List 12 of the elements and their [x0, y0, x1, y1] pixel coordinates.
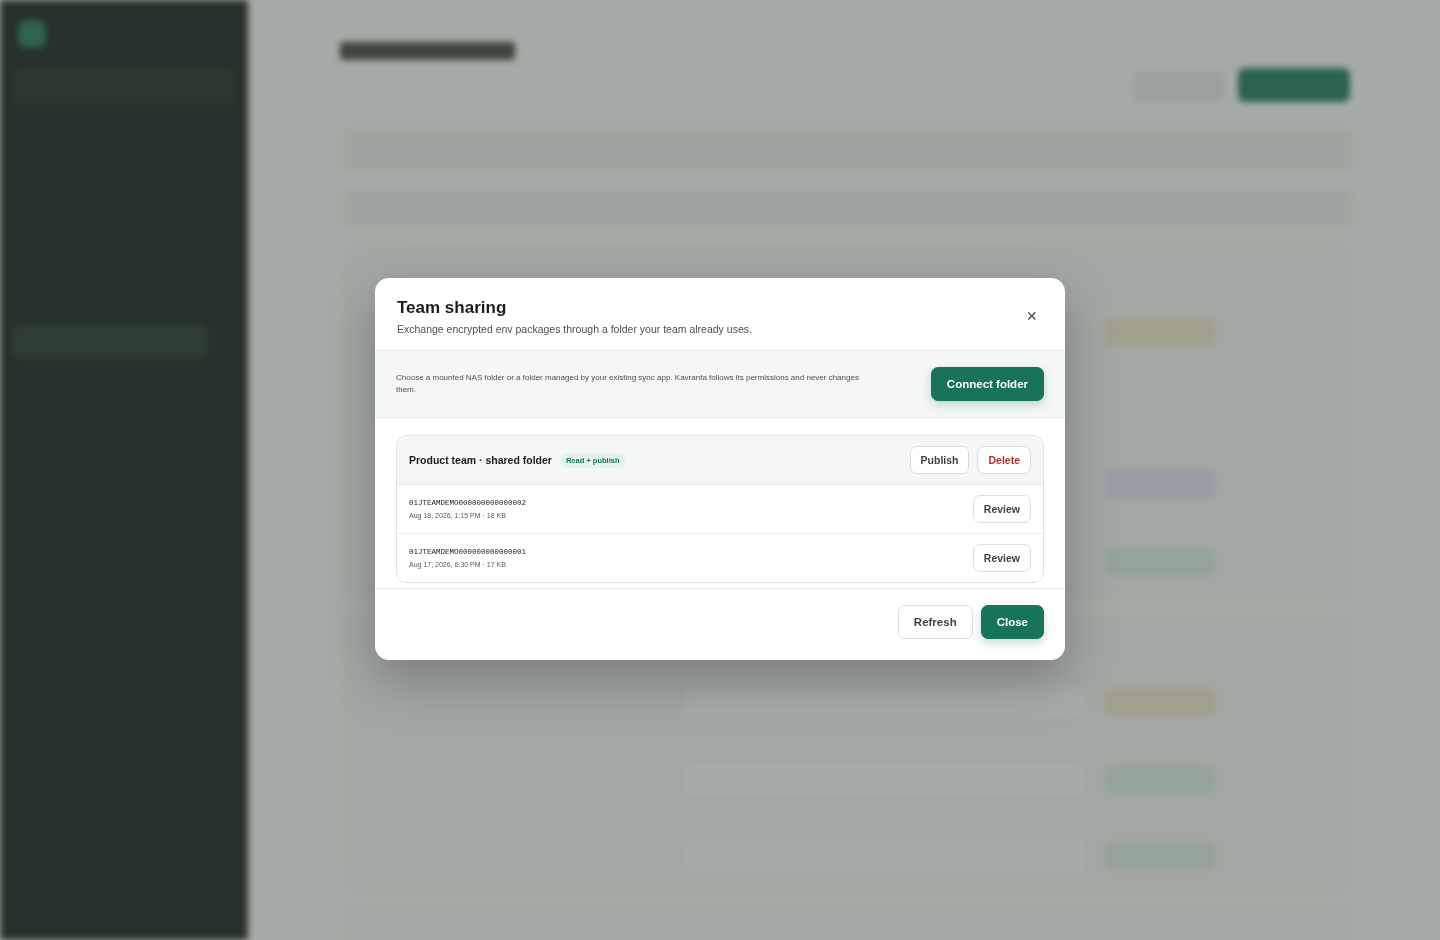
connect-folder-button[interactable]: Connect folder	[930, 367, 1044, 401]
dialog-title: Team sharing	[397, 298, 508, 318]
notice-text: Choose a mounted NAS folder or a folder managed by your existing sync app. Kavranta follows its permissions and never changes them.	[396, 372, 860, 396]
folder-action-button[interactable]: Publish	[909, 446, 970, 474]
close-button[interactable]: ×	[1020, 304, 1043, 329]
review-button[interactable]: Review	[972, 544, 1031, 572]
folder-name: Product team · shared folder	[409, 454, 552, 466]
footer-button[interactable]: Refresh	[897, 605, 973, 639]
folder-action-button[interactable]: Delete	[977, 446, 1031, 474]
footer-button[interactable]: Close	[980, 605, 1044, 639]
dialog-subtitle: Exchange encrypted env packages through a folder your team already uses.	[397, 323, 752, 335]
review-button[interactable]: Review	[972, 495, 1031, 523]
